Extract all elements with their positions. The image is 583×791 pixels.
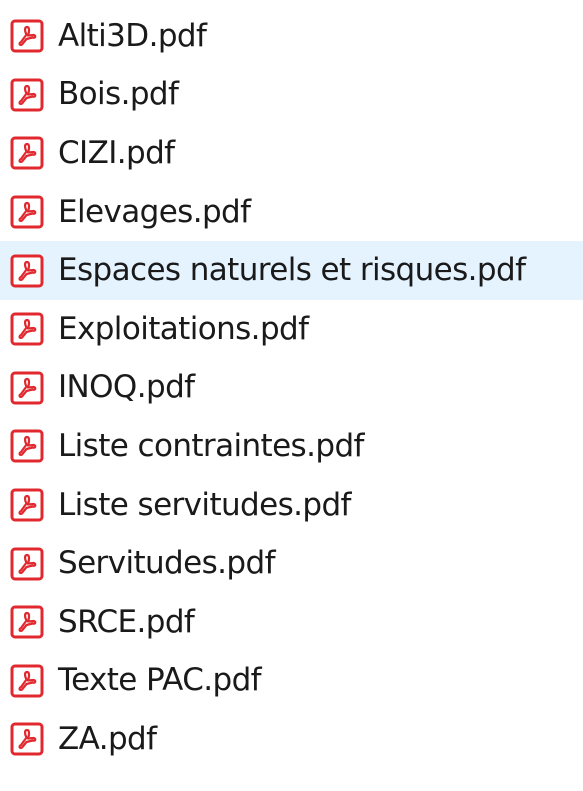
file-list-item[interactable]: Servitudes.pdf: [0, 534, 583, 593]
file-list-item[interactable]: Espaces naturels et risques.pdf: [0, 241, 583, 300]
file-list-item[interactable]: ZA.pdf: [0, 710, 583, 769]
file-list-item[interactable]: SRCE.pdf: [0, 593, 583, 652]
file-name: SRCE.pdf: [58, 603, 195, 640]
pdf-file-icon: [10, 78, 44, 112]
file-name: Texte PAC.pdf: [58, 662, 262, 699]
pdf-file-icon: [10, 605, 44, 639]
pdf-file-icon: [10, 488, 44, 522]
pdf-file-icon: [10, 312, 44, 346]
pdf-file-icon: [10, 254, 44, 288]
pdf-file-icon: [10, 664, 44, 698]
pdf-file-icon: [10, 195, 44, 229]
file-list-item[interactable]: Elevages.pdf: [0, 183, 583, 242]
file-name: Servitudes.pdf: [58, 545, 275, 582]
file-name: Exploitations.pdf: [58, 310, 309, 347]
pdf-file-icon: [10, 371, 44, 405]
file-name: Liste servitudes.pdf: [58, 486, 351, 523]
pdf-file-icon: [10, 547, 44, 581]
file-name: Espaces naturels et risques.pdf: [58, 252, 526, 289]
file-name: Alti3D.pdf: [58, 17, 207, 54]
file-list-item[interactable]: Exploitations.pdf: [0, 300, 583, 359]
file-list-item[interactable]: Alti3D.pdf: [0, 7, 583, 66]
file-list-item[interactable]: Liste servitudes.pdf: [0, 476, 583, 535]
file-name: Bois.pdf: [58, 76, 179, 113]
pdf-file-icon: [10, 722, 44, 756]
pdf-file-icon: [10, 429, 44, 463]
file-name: ZA.pdf: [58, 720, 157, 757]
file-name: Liste contraintes.pdf: [58, 427, 364, 464]
file-list-item[interactable]: Bois.pdf: [0, 66, 583, 125]
file-list-item[interactable]: INOQ.pdf: [0, 359, 583, 418]
file-name: INOQ.pdf: [58, 369, 195, 406]
file-list-item[interactable]: Texte PAC.pdf: [0, 652, 583, 711]
file-list: Alti3D.pdf Bois.pdf CIZI.pdf Elevages.pd…: [0, 0, 583, 791]
file-list-item[interactable]: Liste contraintes.pdf: [0, 417, 583, 476]
pdf-file-icon: [10, 136, 44, 170]
file-name: Elevages.pdf: [58, 193, 251, 230]
pdf-file-icon: [10, 19, 44, 53]
file-list-item[interactable]: CIZI.pdf: [0, 124, 583, 183]
file-name: CIZI.pdf: [58, 134, 175, 171]
